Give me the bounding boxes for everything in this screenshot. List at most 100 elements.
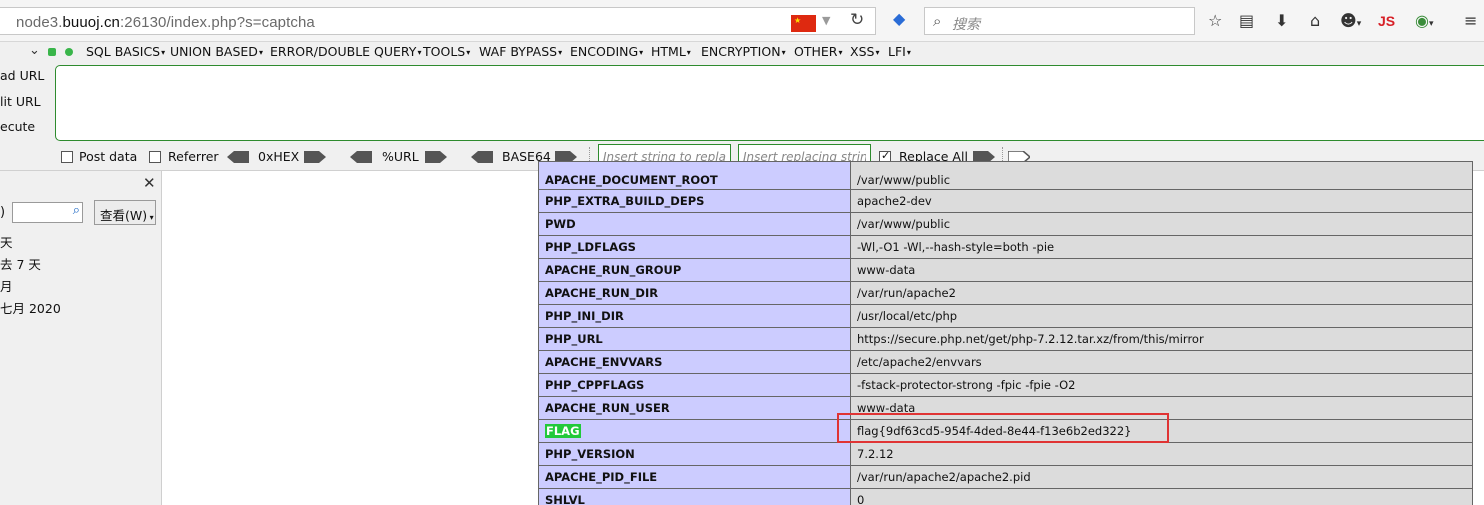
- env-key-label: PHP_CPPFLAGS: [545, 378, 645, 392]
- env-key: APACHE_RUN_DIR: [538, 281, 851, 305]
- menu-union-based[interactable]: UNION BASED: [170, 44, 263, 59]
- post-data-label: Post data: [79, 149, 138, 164]
- search-box[interactable]: ⌕ 搜索: [924, 7, 1195, 35]
- close-icon[interactable]: ✕: [143, 175, 156, 191]
- reload-icon[interactable]: ↻: [850, 10, 864, 30]
- env-key-label: PHP_URL: [545, 332, 603, 346]
- history-item[interactable]: 天: [0, 232, 13, 251]
- table-row: SHLVL 0: [538, 488, 1473, 505]
- env-key-label: APACHE_DOCUMENT_ROOT: [545, 173, 718, 187]
- view-button[interactable]: 查看(W) ▾: [94, 200, 156, 225]
- env-value: -Wl,-O1 -Wl,--hash-style=both -pie: [850, 235, 1473, 259]
- reading-list-icon[interactable]: ▤: [1239, 11, 1254, 31]
- search-placeholder: 搜索: [952, 17, 980, 33]
- dropdown-arrow-icon[interactable]: ▼: [822, 14, 830, 27]
- execute-button[interactable]: ecute: [0, 119, 35, 134]
- site-info-icon[interactable]: i: [0, 14, 7, 28]
- env-value: /var/www/public: [850, 161, 1473, 190]
- env-key-label: PHP_LDFLAGS: [545, 240, 636, 254]
- env-value: /var/www/public: [850, 212, 1473, 236]
- env-value: /usr/local/etc/php: [850, 304, 1473, 328]
- profile-icon[interactable]: ☻▾: [1340, 11, 1361, 34]
- history-item[interactable]: 月: [0, 276, 13, 295]
- hackbar-input-area: ad URL lit URL ecute: [0, 62, 1484, 144]
- chevron-down-icon[interactable]: ⌄: [29, 43, 40, 58]
- menu-encryption[interactable]: ENCRYPTION: [701, 44, 786, 59]
- env-key: PHP_URL: [538, 327, 851, 351]
- url-domain: buuoj.cn: [62, 14, 120, 31]
- env-key: APACHE_DOCUMENT_ROOT: [538, 161, 851, 190]
- menu-other[interactable]: OTHER: [794, 44, 842, 59]
- history-search-input[interactable]: ⌕: [12, 202, 83, 223]
- china-flag-icon[interactable]: ★: [791, 15, 816, 32]
- env-value: /var/run/apache2: [850, 281, 1473, 305]
- menu-sql-basics[interactable]: SQL BASICS: [86, 44, 165, 59]
- menu-tools[interactable]: TOOLS: [423, 44, 470, 59]
- env-key: SHLVL: [538, 488, 851, 505]
- flag-highlight-box: [837, 413, 1169, 443]
- table-row: PHP_VERSION 7.2.12: [538, 442, 1473, 466]
- env-value: 7.2.12: [850, 442, 1473, 466]
- bookmark-star-icon[interactable]: ☆: [1208, 11, 1222, 31]
- minus-icon[interactable]: [48, 48, 56, 56]
- table-row: APACHE_RUN_GROUP www-data: [538, 258, 1473, 282]
- env-value: -fstack-protector-strong -fpic -fpie -O2: [850, 373, 1473, 397]
- home-icon[interactable]: ⌂: [1310, 11, 1320, 31]
- post-data-checkbox[interactable]: [61, 151, 73, 163]
- url-suffix: :26130/index.php?s=captcha: [120, 14, 315, 31]
- search-icon: ⌕: [933, 12, 942, 30]
- url-decode-arrow-icon[interactable]: [350, 151, 372, 163]
- env-key: PHP_CPPFLAGS: [538, 373, 851, 397]
- split-url-button[interactable]: lit URL: [0, 94, 41, 109]
- flag-key-label: FLAG: [545, 424, 581, 438]
- url-encode-arrow-icon[interactable]: [425, 151, 447, 163]
- table-row: APACHE_ENVVARS/etc/apache2/envvars: [538, 350, 1473, 374]
- load-url-button[interactable]: ad URL: [0, 68, 44, 83]
- env-key-label: APACHE_RUN_USER: [545, 401, 670, 415]
- menu-error-double-query[interactable]: ERROR/DOUBLE QUERY: [270, 44, 421, 59]
- navigation-toolbar: i node3.buuoj.cn:26130/index.php?s=captc…: [0, 0, 1484, 42]
- menu-xss[interactable]: XSS: [850, 44, 879, 59]
- history-item[interactable]: 七月 2020: [0, 298, 61, 317]
- env-key-label: PHP_VERSION: [545, 447, 635, 461]
- hackbar-url-textarea[interactable]: [55, 65, 1484, 141]
- menu-html[interactable]: HTML: [651, 44, 691, 59]
- env-key: APACHE_RUN_GROUP: [538, 258, 851, 282]
- hex-encode-arrow-icon[interactable]: [304, 151, 326, 163]
- env-key: PHP_LDFLAGS: [538, 235, 851, 259]
- table-row: PHP_EXTRA_BUILD_DEPS apache2-dev: [538, 189, 1473, 213]
- referrer-label: Referrer: [168, 149, 219, 164]
- menu-encoding[interactable]: ENCODING: [570, 44, 643, 59]
- plus-icon[interactable]: [65, 48, 73, 56]
- env-key: PHP_VERSION: [538, 442, 851, 466]
- address-bar[interactable]: i node3.buuoj.cn:26130/index.php?s=captc…: [0, 7, 876, 35]
- env-value: /etc/apache2/envvars: [850, 350, 1473, 374]
- table-row: APACHE_DOCUMENT_ROOT/var/www/public: [538, 161, 1473, 190]
- env-key-label: APACHE_PID_FILE: [545, 470, 658, 484]
- menu-lfi[interactable]: LFI: [888, 44, 911, 59]
- env-key: PHP_EXTRA_BUILD_DEPS: [538, 189, 851, 213]
- download-icon[interactable]: ⬇: [1275, 11, 1288, 31]
- table-row: APACHE_PID_FILE/var/run/apache2/apache2.…: [538, 465, 1473, 489]
- env-value: https://secure.php.net/get/php-7.2.12.ta…: [850, 327, 1473, 351]
- table-row: APACHE_RUN_DIR/var/run/apache2: [538, 281, 1473, 305]
- history-item[interactable]: 去 7 天: [0, 254, 41, 273]
- base64-decode-arrow-icon[interactable]: [471, 151, 493, 163]
- sidebar-paren: ): [0, 205, 6, 220]
- env-key-label: PHP_EXTRA_BUILD_DEPS: [545, 194, 705, 208]
- search-icon: ⌕: [72, 203, 80, 218]
- env-value: www-data: [850, 258, 1473, 282]
- globe-icon[interactable]: ◉▾: [1415, 11, 1434, 34]
- url-text[interactable]: node3.buuoj.cn:26130/index.php?s=captcha: [16, 14, 315, 31]
- env-key-label: PWD: [545, 217, 576, 231]
- env-value: apache2-dev: [850, 189, 1473, 213]
- url-label: %URL: [382, 149, 419, 164]
- js-toggle-icon[interactable]: JS: [1378, 11, 1395, 31]
- bird-icon[interactable]: ◆: [893, 10, 913, 28]
- env-key: FLAG: [538, 419, 851, 443]
- table-row: PHP_URL https://secure.php.net/get/php-7.…: [538, 327, 1473, 351]
- menu-waf-bypass[interactable]: WAF BYPASS: [479, 44, 562, 59]
- referrer-checkbox[interactable]: [149, 151, 161, 163]
- menu-icon[interactable]: ≡: [1464, 11, 1477, 31]
- hex-decode-arrow-icon[interactable]: [227, 151, 249, 163]
